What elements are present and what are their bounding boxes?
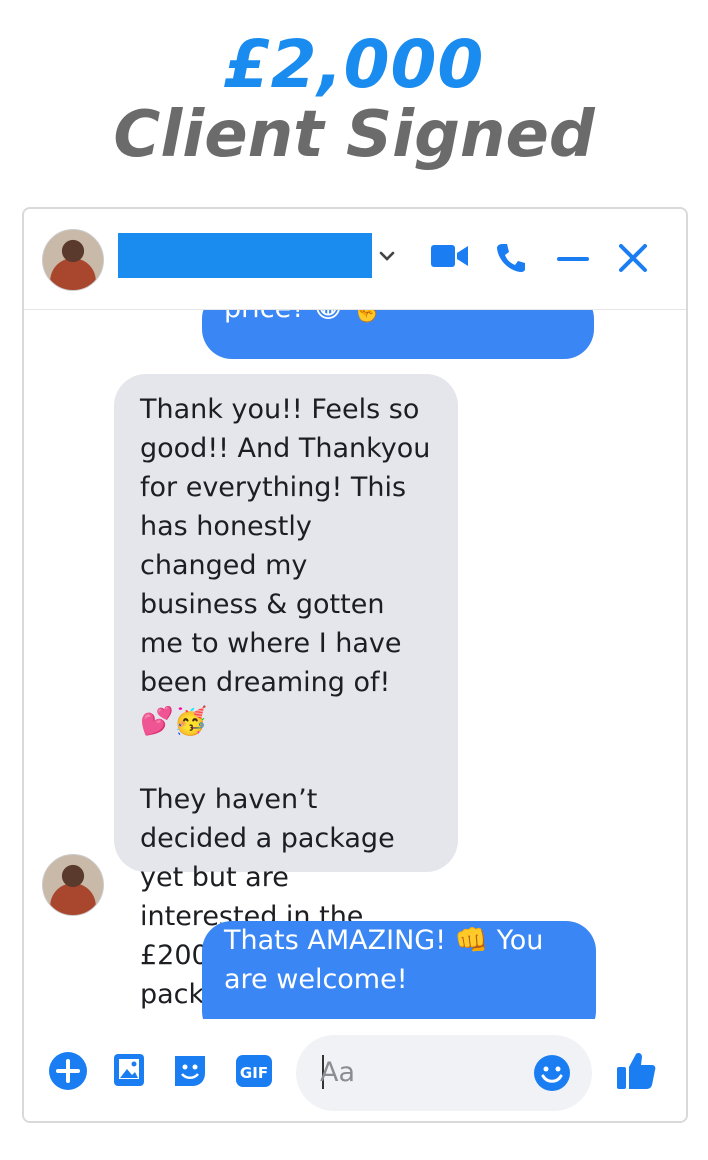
contact-name-redacted[interactable]	[118, 233, 372, 278]
sticker-icon[interactable]	[170, 1051, 210, 1095]
video-call-icon[interactable]	[430, 241, 470, 275]
minimize-icon[interactable]	[556, 241, 590, 279]
message-input-placeholder: Aa	[320, 1057, 356, 1088]
message-input[interactable]: Aa	[296, 1035, 592, 1111]
composer-bar: GIF Aa	[24, 1019, 686, 1121]
incoming-message[interactable]: Thank you!! Feels so good!! And Thankyou…	[114, 374, 458, 1019]
contact-avatar[interactable]	[42, 229, 104, 291]
phone-icon[interactable]	[494, 241, 528, 279]
chat-header	[24, 209, 686, 310]
emoji-icon[interactable]	[532, 1053, 572, 1097]
message-list[interactable]: price? 😁 🤞 Thank you!! Feels so good!! A…	[24, 309, 686, 1019]
thumbs-up-icon[interactable]	[614, 1049, 658, 1097]
gif-icon[interactable]: GIF	[234, 1051, 274, 1095]
close-icon[interactable]	[616, 241, 650, 279]
outgoing-message[interactable]: price? 😁 🤞	[202, 309, 594, 359]
headline-subtitle: Client Signed	[113, 98, 595, 172]
plus-icon[interactable]	[48, 1051, 88, 1095]
gif-label: GIF	[240, 1064, 268, 1082]
photo-icon[interactable]	[110, 1051, 150, 1095]
chevron-down-icon[interactable]	[376, 245, 398, 271]
outgoing-message[interactable]: Thats AMAZING! 👊 You are welcome!	[202, 921, 596, 1019]
chat-window: price? 😁 🤞 Thank you!! Feels so good!! A…	[22, 207, 688, 1123]
headline-amount: £2,000	[223, 26, 485, 103]
sender-avatar	[42, 854, 104, 916]
